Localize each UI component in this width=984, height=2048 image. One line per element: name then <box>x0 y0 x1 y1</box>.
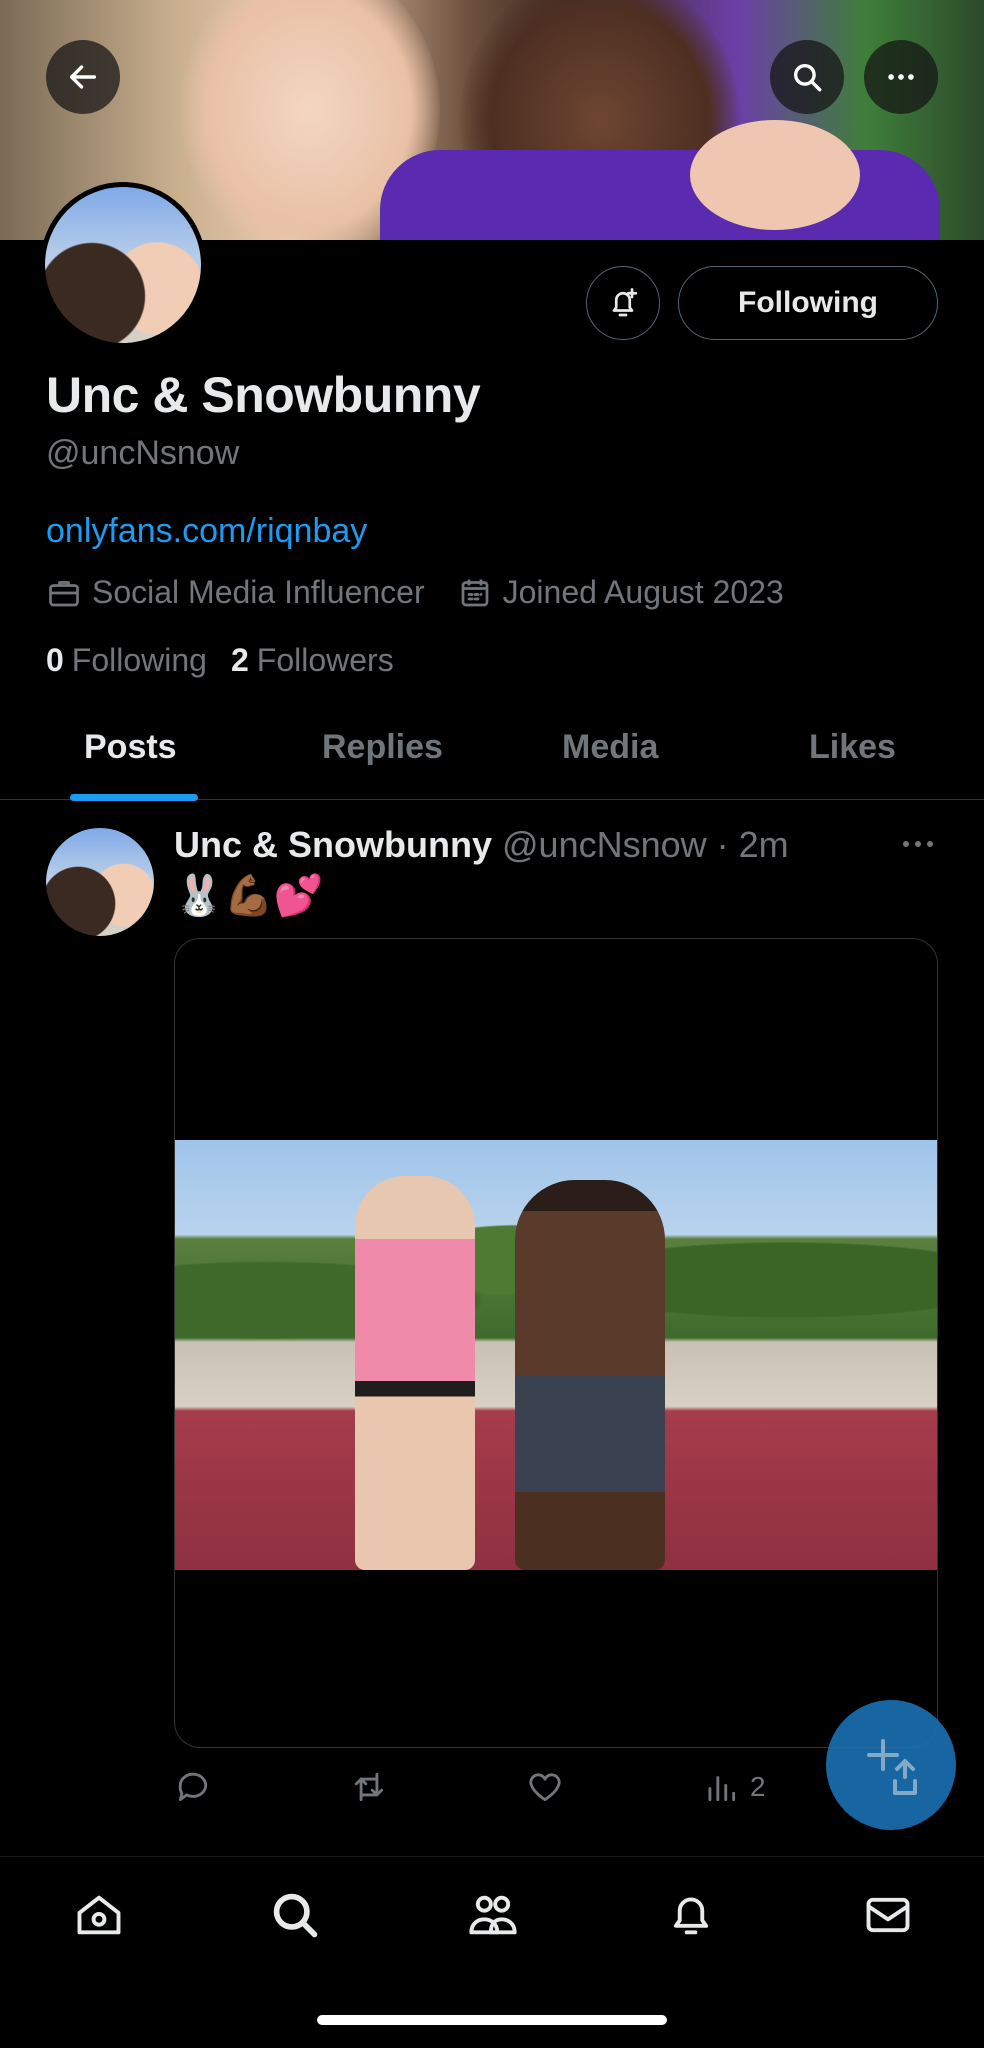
bottom-navigation <box>0 1856 984 2048</box>
bell-plus-icon <box>612 288 638 317</box>
nav-notifications[interactable] <box>663 1887 719 1943</box>
more-button[interactable] <box>864 40 938 114</box>
profile-meta: Social Media Influencer Joined August 20… <box>46 574 784 611</box>
more-horizontal-icon <box>888 74 914 80</box>
post-media[interactable] <box>174 938 938 1748</box>
following-count: 0 <box>46 642 64 678</box>
briefcase-icon <box>49 580 79 606</box>
views-button[interactable]: 2 <box>702 1768 766 1806</box>
communities-icon <box>469 1895 517 1935</box>
tab-posts[interactable]: Posts <box>84 728 177 767</box>
messages-icon <box>866 1897 910 1933</box>
followers-label: Followers <box>256 642 394 678</box>
post-header: Unc & Snowbunny @uncNsnow · 2m <box>174 824 789 866</box>
profile-tabs: Posts Replies Media Likes <box>0 700 984 800</box>
post-author-name[interactable]: Unc & Snowbunny <box>174 824 492 866</box>
nav-home[interactable] <box>71 1887 127 1943</box>
compose-button[interactable] <box>826 1700 956 1830</box>
following-button[interactable]: Following <box>678 266 938 340</box>
repost-button[interactable] <box>350 1768 388 1806</box>
video-person-right <box>515 1180 665 1570</box>
repost-icon <box>354 1772 384 1802</box>
nav-communities[interactable] <box>465 1887 521 1943</box>
notifications-icon <box>673 1897 709 1935</box>
post-video[interactable] <box>175 1140 937 1570</box>
search-icon <box>273 1893 318 1938</box>
post-author-handle: @uncNsnow · 2m <box>502 824 789 865</box>
arrow-left-icon <box>69 65 97 89</box>
video-person-left <box>355 1176 475 1570</box>
profile-name: Unc & Snowbunny <box>46 367 481 423</box>
post-text: 🐰💪🏾💕 <box>174 874 324 918</box>
profile-handle: @uncNsnow <box>46 434 240 472</box>
reply-icon <box>178 1772 208 1802</box>
following-count-link[interactable]: 0 Following <box>46 642 207 679</box>
followers-count: 2 <box>230 642 249 678</box>
tab-replies[interactable]: Replies <box>322 728 443 767</box>
post-actions: 2 <box>174 1768 938 1812</box>
views-count: 2 <box>750 1771 766 1802</box>
heart-icon <box>529 1773 561 1802</box>
profile-link[interactable]: onlyfans.com/riqnbay <box>46 512 367 551</box>
following-label: Following <box>71 642 207 678</box>
tab-media[interactable]: Media <box>562 728 658 767</box>
banner-hand <box>690 120 860 230</box>
reply-button[interactable] <box>174 1768 212 1806</box>
home-indicator[interactable] <box>317 2015 667 2025</box>
nav-search[interactable] <box>267 1887 323 1943</box>
back-button[interactable] <box>46 40 120 114</box>
active-tab-indicator <box>70 794 198 801</box>
search-button[interactable] <box>770 40 844 114</box>
notify-button[interactable] <box>586 266 660 340</box>
profile-category: Social Media Influencer <box>92 574 425 610</box>
profile-avatar[interactable] <box>40 182 206 348</box>
profile-counts: 0 Following 2 Followers <box>46 642 418 679</box>
followers-count-link[interactable]: 2 Followers <box>231 642 394 679</box>
like-button[interactable] <box>526 1768 564 1806</box>
nav-messages[interactable] <box>860 1887 916 1943</box>
views-icon <box>708 1776 736 1802</box>
tab-likes[interactable]: Likes <box>809 728 896 767</box>
home-icon <box>77 1895 121 1935</box>
search-icon <box>793 63 822 92</box>
post-author-avatar[interactable] <box>46 828 154 936</box>
profile-joined: Joined August 2023 <box>502 574 784 610</box>
compose-plus-icon <box>867 1739 917 1795</box>
calendar-icon <box>461 579 488 606</box>
post-more-icon[interactable] <box>898 832 938 856</box>
